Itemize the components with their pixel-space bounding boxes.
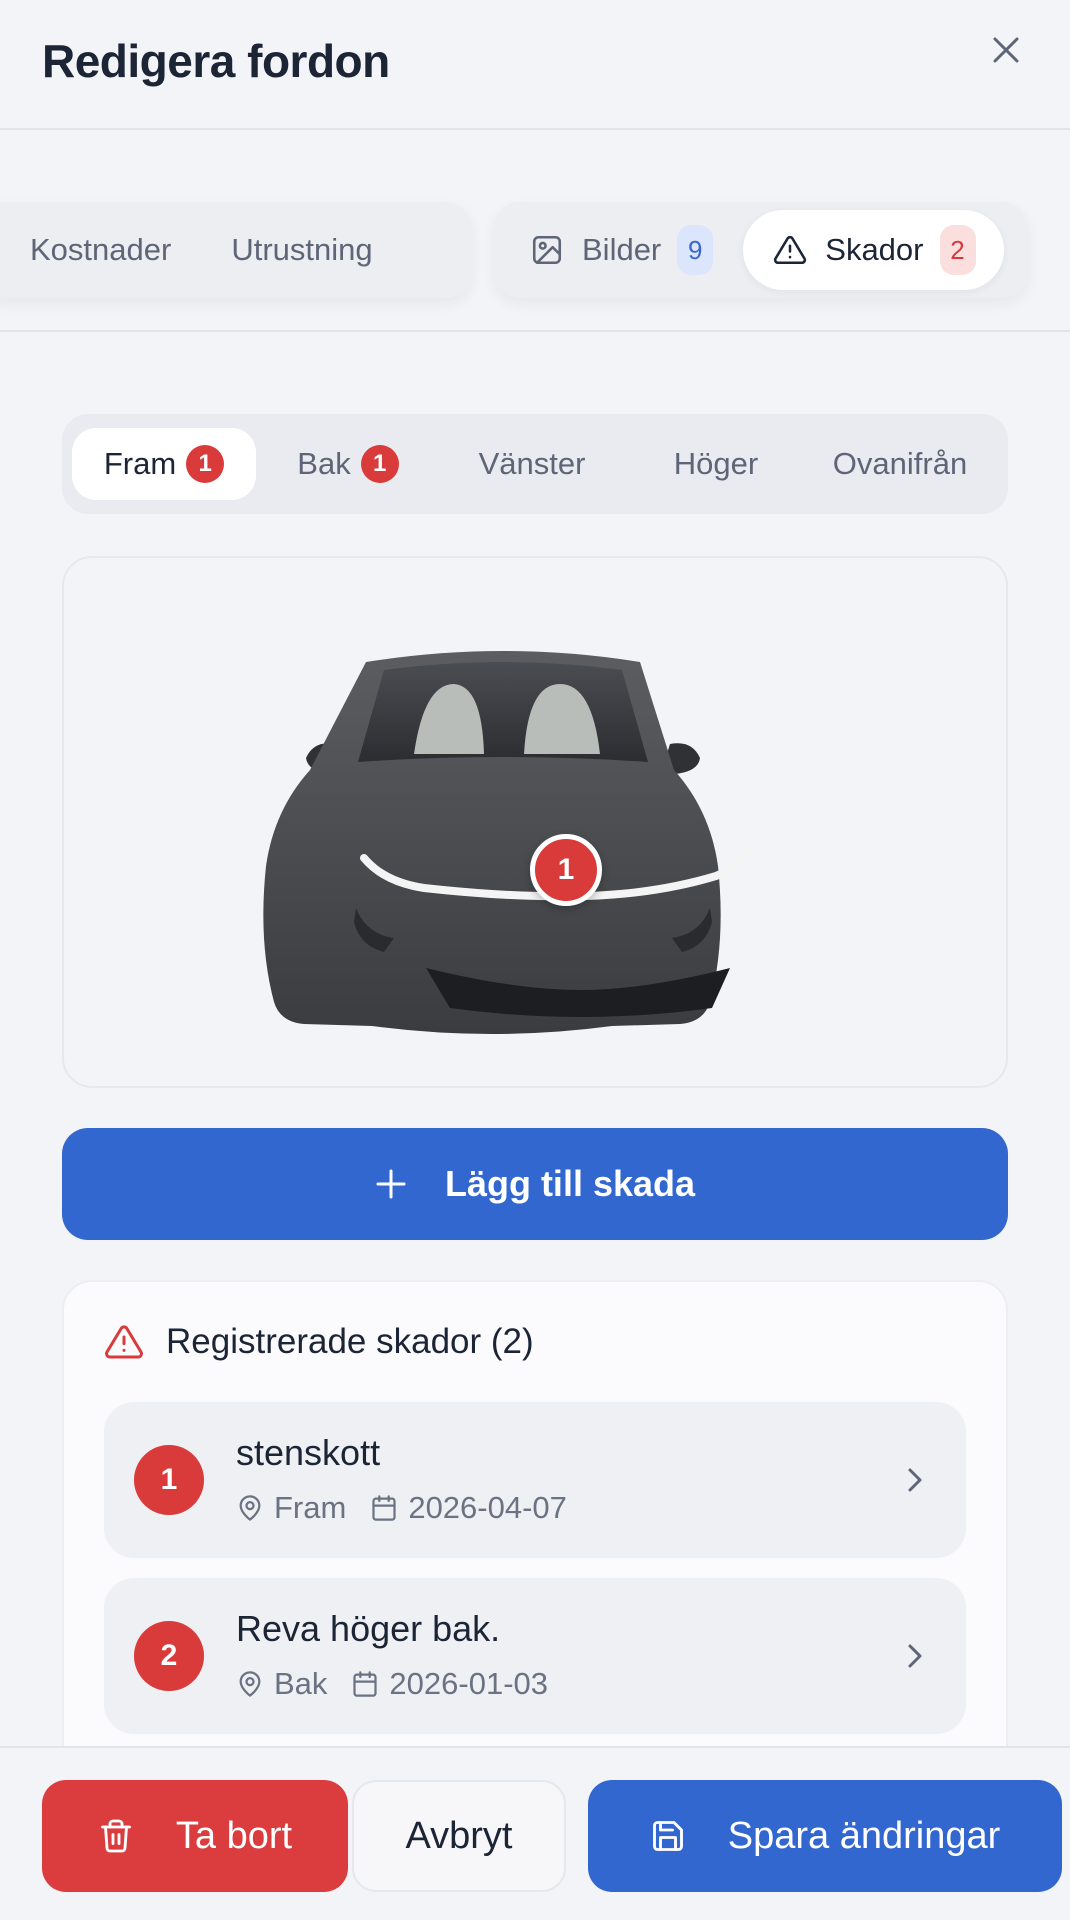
- view-label: Höger: [673, 446, 759, 481]
- damage-item[interactable]: 1 stenskott Fram 2026-04-07: [104, 1402, 966, 1558]
- damage-list-title: Registrerade skador (2): [166, 1322, 534, 1361]
- tab-bilder[interactable]: Bilder 9: [530, 225, 714, 275]
- image-icon: [530, 233, 564, 267]
- calendar-icon: [370, 1494, 398, 1522]
- save-button[interactable]: Spara ändringar: [588, 1780, 1062, 1892]
- tab-kostnader[interactable]: Kostnader: [30, 232, 171, 268]
- damage-item[interactable]: 2 Reva höger bak. Bak 2026-01-03: [104, 1578, 966, 1734]
- plus-icon: [375, 1168, 407, 1200]
- view-label: Vänster: [478, 446, 586, 481]
- tab-label: Utrustning: [231, 232, 373, 267]
- tab-label: Bilder: [582, 232, 662, 267]
- damage-list-header: Registrerade skador (2): [104, 1322, 534, 1362]
- chevron-right-icon: [900, 1460, 930, 1500]
- location-pin-icon: [236, 1670, 264, 1698]
- damage-meta: Fram 2026-04-07: [236, 1490, 567, 1526]
- tab-group-right: Bilder 9 Skador 2: [494, 202, 1028, 298]
- chevron-right-icon: [900, 1636, 930, 1676]
- count-badge: 9: [677, 225, 714, 275]
- view-tab-fram[interactable]: Fram 1: [72, 428, 256, 500]
- damage-number: 2: [134, 1621, 204, 1691]
- damage-number: 1: [134, 1445, 204, 1515]
- damage-location: Fram: [274, 1490, 347, 1525]
- car-diagram-panel[interactable]: [62, 556, 1008, 1088]
- cancel-label: Avbryt: [405, 1814, 513, 1857]
- section-tabbar: Kostnader Utrustning Bilder 9 Skador 2: [0, 132, 1070, 332]
- warning-icon: [773, 233, 807, 267]
- view-label: Bak: [297, 446, 351, 481]
- damage-location: Bak: [274, 1666, 328, 1701]
- damage-count-badge: 1: [360, 445, 399, 483]
- damage-title: Reva höger bak.: [236, 1608, 501, 1649]
- damage-date: 2026-01-03: [389, 1666, 548, 1701]
- delete-button[interactable]: Ta bort: [42, 1780, 348, 1892]
- location-pin-icon: [236, 1494, 264, 1522]
- tab-label: Kostnader: [30, 232, 172, 267]
- tab-group-left: Kostnader Utrustning: [0, 202, 472, 298]
- trash-icon: [98, 1818, 134, 1854]
- view-tab-ovanifran[interactable]: Ovanifrån: [808, 428, 992, 500]
- count-badge: 2: [939, 225, 976, 275]
- add-damage-button[interactable]: Lägg till skada: [62, 1128, 1008, 1240]
- damage-date: 2026-04-07: [408, 1490, 567, 1525]
- view-tab-bak[interactable]: Bak 1: [256, 428, 440, 500]
- tab-utrustning[interactable]: Utrustning: [231, 232, 372, 268]
- save-icon: [650, 1818, 686, 1854]
- view-tab-vanster[interactable]: Vänster: [440, 428, 624, 500]
- car-front-image: [263, 651, 754, 1034]
- tab-label: Skador: [825, 232, 924, 267]
- tab-skador[interactable]: Skador 2: [743, 210, 1004, 290]
- delete-label: Ta bort: [175, 1814, 293, 1857]
- close-button[interactable]: [984, 28, 1028, 72]
- modal-header: Redigera fordon: [0, 0, 1070, 130]
- warning-icon: [104, 1322, 144, 1362]
- damage-count-badge: 1: [186, 445, 225, 483]
- view-selector: Fram 1 Bak 1 Vänster Höger Ovanifrån: [62, 414, 1008, 514]
- damage-marker[interactable]: 1: [530, 834, 602, 906]
- save-label: Spara ändringar: [727, 1814, 1001, 1857]
- damage-meta: Bak 2026-01-03: [236, 1666, 548, 1702]
- view-tab-hoger[interactable]: Höger: [624, 428, 808, 500]
- view-label: Fram: [103, 446, 177, 481]
- calendar-icon: [351, 1670, 379, 1698]
- modal-footer: Ta bort Avbryt Spara ändringar: [0, 1746, 1070, 1920]
- close-icon: [993, 37, 1019, 63]
- page-title: Redigera fordon: [42, 35, 390, 87]
- damage-title: stenskott: [236, 1432, 381, 1473]
- cancel-button[interactable]: Avbryt: [352, 1780, 566, 1892]
- view-label: Ovanifrån: [832, 446, 968, 481]
- add-damage-label: Lägg till skada: [444, 1163, 696, 1204]
